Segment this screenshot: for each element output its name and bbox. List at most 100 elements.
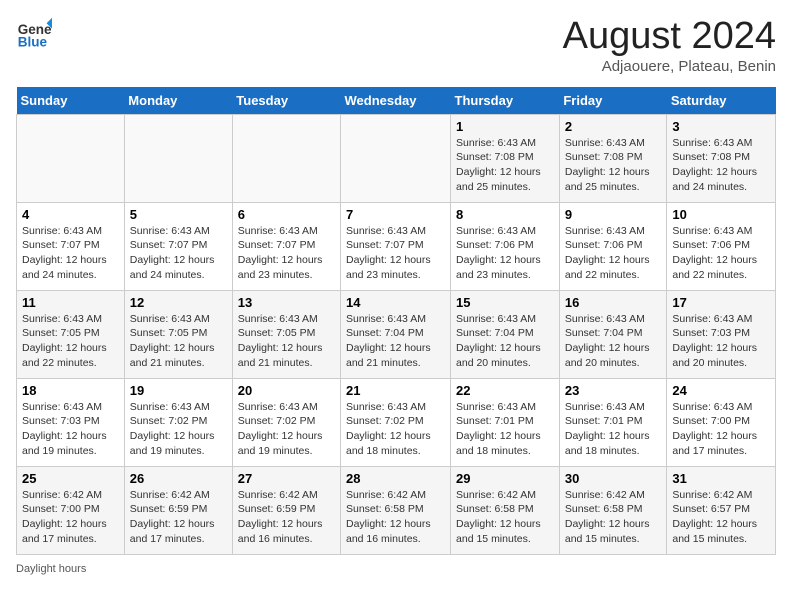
day-info: Sunrise: 6:43 AM Sunset: 7:04 PM Dayligh… bbox=[346, 312, 445, 371]
calendar-cell: 12 Sunrise: 6:43 AM Sunset: 7:05 PM Dayli… bbox=[124, 290, 232, 378]
day-number: 22 bbox=[456, 383, 554, 398]
day-info: Sunrise: 6:43 AM Sunset: 7:02 PM Dayligh… bbox=[346, 400, 445, 459]
calendar-cell: 26 Sunrise: 6:42 AM Sunset: 6:59 PM Dayli… bbox=[124, 466, 232, 554]
day-of-week-header: Tuesday bbox=[232, 87, 340, 115]
day-number: 10 bbox=[672, 207, 770, 222]
day-number: 16 bbox=[565, 295, 662, 310]
page-header: General Blue August 2024 Adjaouere, Plat… bbox=[16, 16, 776, 75]
calendar-cell: 27Sunrise: 6:42 AM Sunset: 6:59 PM Dayli… bbox=[232, 466, 340, 554]
day-number: 31 bbox=[672, 471, 770, 486]
calendar-cell: 1Sunrise: 6:43 AM Sunset: 7:08 PM Daylig… bbox=[451, 114, 560, 202]
calendar-cell: 25 Sunrise: 6:42 AM Sunset: 7:00 PM Dayli… bbox=[17, 466, 125, 554]
calendar-week-row: 11 Sunrise: 6:43 AM Sunset: 7:05 PM Dayli… bbox=[17, 290, 776, 378]
day-info: Sunrise: 6:43 AM Sunset: 7:01 PM Dayligh… bbox=[565, 400, 662, 459]
day-number: 17 bbox=[672, 295, 770, 310]
day-info: Sunrise: 6:42 AM Sunset: 6:58 PM Dayligh… bbox=[346, 488, 445, 547]
main-title: August 2024 bbox=[563, 16, 776, 58]
day-info: Sunrise: 6:43 AM Sunset: 7:01 PM Dayligh… bbox=[456, 400, 554, 459]
day-number: 26 bbox=[130, 471, 227, 486]
calendar-cell: 2 Sunrise: 6:43 AM Sunset: 7:08 PM Daylig… bbox=[559, 114, 667, 202]
calendar-cell: 13 Sunrise: 6:43 AM Sunset: 7:05 PM Dayli… bbox=[232, 290, 340, 378]
daylight-label: Daylight hours bbox=[16, 563, 86, 575]
day-info: Sunrise: 6:42 AM Sunset: 6:58 PM Dayligh… bbox=[565, 488, 662, 547]
day-of-week-header: Friday bbox=[559, 87, 667, 115]
calendar-cell: 7 Sunrise: 6:43 AM Sunset: 7:07 PM Daylig… bbox=[341, 202, 451, 290]
calendar-cell: 14 Sunrise: 6:43 AM Sunset: 7:04 PM Dayli… bbox=[341, 290, 451, 378]
calendar-cell: 5 Sunrise: 6:43 AM Sunset: 7:07 PM Daylig… bbox=[124, 202, 232, 290]
calendar-cell: 31 Sunrise: 6:42 AM Sunset: 6:57 PM Dayli… bbox=[667, 466, 776, 554]
day-info: Sunrise: 6:43 AM Sunset: 7:06 PM Dayligh… bbox=[565, 224, 662, 283]
day-number: 9 bbox=[565, 207, 662, 222]
day-number: 14 bbox=[346, 295, 445, 310]
calendar-header-row: SundayMondayTuesdayWednesdayThursdayFrid… bbox=[17, 87, 776, 115]
calendar-week-row: 4Sunrise: 6:43 AM Sunset: 7:07 PM Daylig… bbox=[17, 202, 776, 290]
calendar-cell: 3Sunrise: 6:43 AM Sunset: 7:08 PM Daylig… bbox=[667, 114, 776, 202]
day-info: Sunrise: 6:43 AM Sunset: 7:03 PM Dayligh… bbox=[22, 400, 119, 459]
calendar-cell: 15Sunrise: 6:43 AM Sunset: 7:04 PM Dayli… bbox=[451, 290, 560, 378]
calendar-cell: 8Sunrise: 6:43 AM Sunset: 7:06 PM Daylig… bbox=[451, 202, 560, 290]
calendar-cell: 24Sunrise: 6:43 AM Sunset: 7:00 PM Dayli… bbox=[667, 378, 776, 466]
day-number: 12 bbox=[130, 295, 227, 310]
calendar-cell bbox=[124, 114, 232, 202]
calendar-cell bbox=[232, 114, 340, 202]
day-info: Sunrise: 6:43 AM Sunset: 7:07 PM Dayligh… bbox=[238, 224, 335, 283]
calendar-cell: 19 Sunrise: 6:43 AM Sunset: 7:02 PM Dayli… bbox=[124, 378, 232, 466]
day-of-week-header: Saturday bbox=[667, 87, 776, 115]
day-info: Sunrise: 6:42 AM Sunset: 7:00 PM Dayligh… bbox=[22, 488, 119, 547]
calendar-cell: 18 Sunrise: 6:43 AM Sunset: 7:03 PM Dayli… bbox=[17, 378, 125, 466]
day-number: 2 bbox=[565, 119, 662, 134]
day-info: Sunrise: 6:43 AM Sunset: 7:04 PM Dayligh… bbox=[565, 312, 662, 371]
day-info: Sunrise: 6:43 AM Sunset: 7:05 PM Dayligh… bbox=[130, 312, 227, 371]
calendar-cell: 21Sunrise: 6:43 AM Sunset: 7:02 PM Dayli… bbox=[341, 378, 451, 466]
day-number: 6 bbox=[238, 207, 335, 222]
day-info: Sunrise: 6:43 AM Sunset: 7:08 PM Dayligh… bbox=[565, 136, 662, 195]
calendar-cell: 29 Sunrise: 6:42 AM Sunset: 6:58 PM Dayli… bbox=[451, 466, 560, 554]
day-info: Sunrise: 6:42 AM Sunset: 6:59 PM Dayligh… bbox=[130, 488, 227, 547]
day-info: Sunrise: 6:43 AM Sunset: 7:07 PM Dayligh… bbox=[346, 224, 445, 283]
day-number: 13 bbox=[238, 295, 335, 310]
day-info: Sunrise: 6:43 AM Sunset: 7:00 PM Dayligh… bbox=[672, 400, 770, 459]
calendar-cell: 9 Sunrise: 6:43 AM Sunset: 7:06 PM Daylig… bbox=[559, 202, 667, 290]
location-subtitle: Adjaouere, Plateau, Benin bbox=[563, 58, 776, 75]
day-info: Sunrise: 6:42 AM Sunset: 6:58 PM Dayligh… bbox=[456, 488, 554, 547]
day-number: 5 bbox=[130, 207, 227, 222]
day-info: Sunrise: 6:43 AM Sunset: 7:02 PM Dayligh… bbox=[130, 400, 227, 459]
calendar-cell: 17 Sunrise: 6:43 AM Sunset: 7:03 PM Dayli… bbox=[667, 290, 776, 378]
day-info: Sunrise: 6:43 AM Sunset: 7:04 PM Dayligh… bbox=[456, 312, 554, 371]
calendar-cell: 16 Sunrise: 6:43 AM Sunset: 7:04 PM Dayli… bbox=[559, 290, 667, 378]
day-of-week-header: Monday bbox=[124, 87, 232, 115]
day-info: Sunrise: 6:43 AM Sunset: 7:05 PM Dayligh… bbox=[238, 312, 335, 371]
day-number: 7 bbox=[346, 207, 445, 222]
logo: General Blue bbox=[16, 16, 52, 52]
day-info: Sunrise: 6:43 AM Sunset: 7:07 PM Dayligh… bbox=[130, 224, 227, 283]
day-number: 20 bbox=[238, 383, 335, 398]
day-info: Sunrise: 6:43 AM Sunset: 7:07 PM Dayligh… bbox=[22, 224, 119, 283]
calendar-cell: 30Sunrise: 6:42 AM Sunset: 6:58 PM Dayli… bbox=[559, 466, 667, 554]
day-info: Sunrise: 6:42 AM Sunset: 6:57 PM Dayligh… bbox=[672, 488, 770, 547]
logo-icon: General Blue bbox=[16, 16, 52, 52]
calendar-week-row: 1Sunrise: 6:43 AM Sunset: 7:08 PM Daylig… bbox=[17, 114, 776, 202]
day-number: 28 bbox=[346, 471, 445, 486]
day-info: Sunrise: 6:43 AM Sunset: 7:08 PM Dayligh… bbox=[456, 136, 554, 195]
calendar-cell: 20Sunrise: 6:43 AM Sunset: 7:02 PM Dayli… bbox=[232, 378, 340, 466]
day-number: 8 bbox=[456, 207, 554, 222]
calendar-cell: 11 Sunrise: 6:43 AM Sunset: 7:05 PM Dayli… bbox=[17, 290, 125, 378]
day-number: 19 bbox=[130, 383, 227, 398]
day-info: Sunrise: 6:43 AM Sunset: 7:05 PM Dayligh… bbox=[22, 312, 119, 371]
day-info: Sunrise: 6:43 AM Sunset: 7:08 PM Dayligh… bbox=[672, 136, 770, 195]
calendar-table: SundayMondayTuesdayWednesdayThursdayFrid… bbox=[16, 87, 776, 555]
day-number: 25 bbox=[22, 471, 119, 486]
calendar-cell bbox=[341, 114, 451, 202]
day-info: Sunrise: 6:43 AM Sunset: 7:06 PM Dayligh… bbox=[672, 224, 770, 283]
calendar-cell bbox=[17, 114, 125, 202]
day-number: 18 bbox=[22, 383, 119, 398]
title-block: August 2024 Adjaouere, Plateau, Benin bbox=[563, 16, 776, 75]
day-info: Sunrise: 6:43 AM Sunset: 7:03 PM Dayligh… bbox=[672, 312, 770, 371]
day-number: 11 bbox=[22, 295, 119, 310]
calendar-cell: 28 Sunrise: 6:42 AM Sunset: 6:58 PM Dayli… bbox=[341, 466, 451, 554]
calendar-cell: 6 Sunrise: 6:43 AM Sunset: 7:07 PM Daylig… bbox=[232, 202, 340, 290]
calendar-week-row: 18 Sunrise: 6:43 AM Sunset: 7:03 PM Dayli… bbox=[17, 378, 776, 466]
calendar-cell: 10 Sunrise: 6:43 AM Sunset: 7:06 PM Dayli… bbox=[667, 202, 776, 290]
day-number: 29 bbox=[456, 471, 554, 486]
day-number: 23 bbox=[565, 383, 662, 398]
